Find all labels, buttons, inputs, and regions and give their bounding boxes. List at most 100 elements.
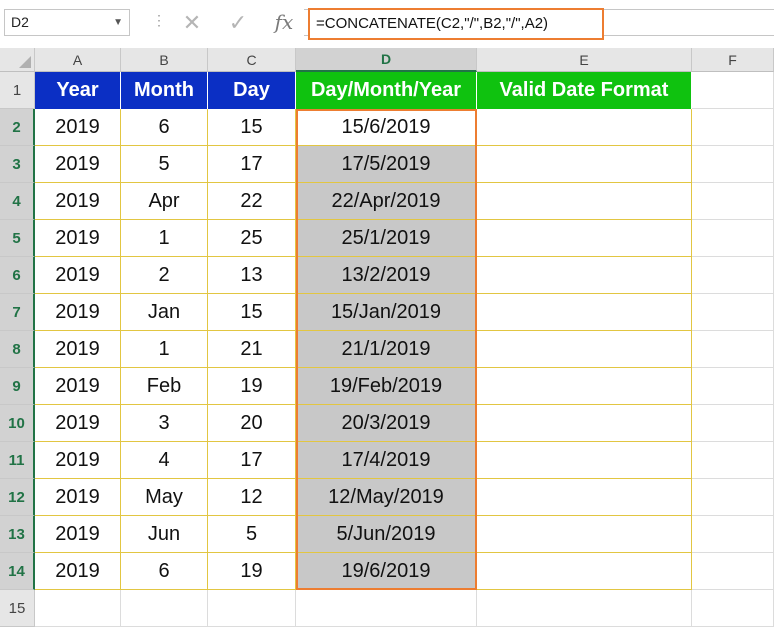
- cell-year[interactable]: 2019: [35, 442, 121, 479]
- cell-month[interactable]: Jan: [121, 294, 208, 331]
- cell-f[interactable]: [692, 331, 774, 368]
- cell-year[interactable]: 2019: [35, 257, 121, 294]
- x-icon[interactable]: ✕: [172, 9, 212, 36]
- cell-month[interactable]: 6: [121, 553, 208, 590]
- cell-year[interactable]: 2019: [35, 479, 121, 516]
- column-header-c[interactable]: C: [208, 48, 296, 72]
- header-month[interactable]: Month: [121, 72, 208, 109]
- row-header-5[interactable]: 5: [0, 220, 35, 257]
- cell-year[interactable]: 2019: [35, 183, 121, 220]
- cell-day-month-year[interactable]: 12/May/2019: [296, 479, 477, 516]
- cell-month[interactable]: 1: [121, 220, 208, 257]
- cell-year[interactable]: 2019: [35, 109, 121, 146]
- cell-f[interactable]: [692, 405, 774, 442]
- cell-day-month-year[interactable]: 22/Apr/2019: [296, 183, 477, 220]
- select-all-corner[interactable]: [0, 48, 35, 72]
- cell-year[interactable]: 2019: [35, 146, 121, 183]
- column-header-f[interactable]: F: [692, 48, 774, 72]
- cell-day[interactable]: 15: [208, 294, 296, 331]
- cell-valid-date[interactable]: [477, 479, 692, 516]
- cell-valid-date[interactable]: [477, 405, 692, 442]
- cell-valid-date[interactable]: [477, 368, 692, 405]
- row-header-2[interactable]: 2: [0, 109, 35, 146]
- cell-valid-date[interactable]: [477, 146, 692, 183]
- cell-valid-date[interactable]: [477, 331, 692, 368]
- cell-day[interactable]: 5: [208, 516, 296, 553]
- cell-day[interactable]: 12: [208, 479, 296, 516]
- cell-month[interactable]: Jun: [121, 516, 208, 553]
- cell-f[interactable]: [692, 257, 774, 294]
- cell-day-month-year[interactable]: 19/6/2019: [296, 553, 477, 590]
- row-header-11[interactable]: 11: [0, 442, 35, 479]
- cell-month[interactable]: 6: [121, 109, 208, 146]
- cell-day[interactable]: 20: [208, 405, 296, 442]
- more-options-icon[interactable]: ⋮: [152, 12, 166, 29]
- cell-valid-date[interactable]: [477, 257, 692, 294]
- cell-month[interactable]: 4: [121, 442, 208, 479]
- cell-row15[interactable]: [208, 590, 296, 627]
- row-header-8[interactable]: 8: [0, 331, 35, 368]
- row-header-4[interactable]: 4: [0, 183, 35, 220]
- cell-day-month-year[interactable]: 25/1/2019: [296, 220, 477, 257]
- cell-month[interactable]: 3: [121, 405, 208, 442]
- cell-day-month-year[interactable]: 19/Feb/2019: [296, 368, 477, 405]
- header-valid-date-format[interactable]: Valid Date Format: [477, 72, 692, 109]
- row-header-7[interactable]: 7: [0, 294, 35, 331]
- row-header-10[interactable]: 10: [0, 405, 35, 442]
- cell-f[interactable]: [692, 220, 774, 257]
- cell-day-month-year[interactable]: 17/4/2019: [296, 442, 477, 479]
- cell-day[interactable]: 13: [208, 257, 296, 294]
- cell-row15[interactable]: [692, 590, 774, 627]
- column-header-b[interactable]: B: [121, 48, 208, 72]
- cell-year[interactable]: 2019: [35, 516, 121, 553]
- cell-f[interactable]: [692, 442, 774, 479]
- cell-valid-date[interactable]: [477, 442, 692, 479]
- check-icon[interactable]: ✓: [218, 9, 258, 36]
- cell-f[interactable]: [692, 109, 774, 146]
- cell-day[interactable]: 17: [208, 442, 296, 479]
- cell-month[interactable]: 2: [121, 257, 208, 294]
- cell-month[interactable]: 1: [121, 331, 208, 368]
- cell-valid-date[interactable]: [477, 516, 692, 553]
- row-header-13[interactable]: 13: [0, 516, 35, 553]
- row-header-15[interactable]: 15: [0, 590, 35, 627]
- cell-month[interactable]: 5: [121, 146, 208, 183]
- cell-month[interactable]: May: [121, 479, 208, 516]
- name-box[interactable]: D2 ▼: [4, 9, 130, 36]
- cell-valid-date[interactable]: [477, 220, 692, 257]
- cell-day[interactable]: 17: [208, 146, 296, 183]
- cell-f[interactable]: [692, 183, 774, 220]
- cell-month[interactable]: Apr: [121, 183, 208, 220]
- cell-day[interactable]: 21: [208, 331, 296, 368]
- row-header-14[interactable]: 14: [0, 553, 35, 590]
- cell-year[interactable]: 2019: [35, 220, 121, 257]
- cell-day[interactable]: 19: [208, 368, 296, 405]
- cell-valid-date[interactable]: [477, 294, 692, 331]
- column-header-a[interactable]: A: [35, 48, 121, 72]
- cell-day-month-year[interactable]: 21/1/2019: [296, 331, 477, 368]
- cell-day-month-year[interactable]: 15/6/2019: [296, 109, 477, 146]
- cell-day-month-year[interactable]: 17/5/2019: [296, 146, 477, 183]
- column-header-d[interactable]: D: [296, 48, 477, 72]
- cell-valid-date[interactable]: [477, 553, 692, 590]
- row-header-12[interactable]: 12: [0, 479, 35, 516]
- row-header-3[interactable]: 3: [0, 146, 35, 183]
- cell-valid-date[interactable]: [477, 109, 692, 146]
- cell-day[interactable]: 15: [208, 109, 296, 146]
- cell-f[interactable]: [692, 553, 774, 590]
- cell-day-month-year[interactable]: 15/Jan/2019: [296, 294, 477, 331]
- cell-row15[interactable]: [35, 590, 121, 627]
- column-header-e[interactable]: E: [477, 48, 692, 72]
- cell-year[interactable]: 2019: [35, 368, 121, 405]
- header-day-month-year[interactable]: Day/Month/Year: [296, 72, 477, 109]
- row-header-9[interactable]: 9: [0, 368, 35, 405]
- cell-f[interactable]: [692, 368, 774, 405]
- cell-day[interactable]: 25: [208, 220, 296, 257]
- cell-row15[interactable]: [121, 590, 208, 627]
- cell-f[interactable]: [692, 479, 774, 516]
- cell-day-month-year[interactable]: 13/2/2019: [296, 257, 477, 294]
- formula-input[interactable]: =CONCATENATE(C2,"/",B2,"/",A2): [308, 8, 604, 40]
- row-header-6[interactable]: 6: [0, 257, 35, 294]
- cell-f[interactable]: [692, 294, 774, 331]
- cell-row15[interactable]: [296, 590, 477, 627]
